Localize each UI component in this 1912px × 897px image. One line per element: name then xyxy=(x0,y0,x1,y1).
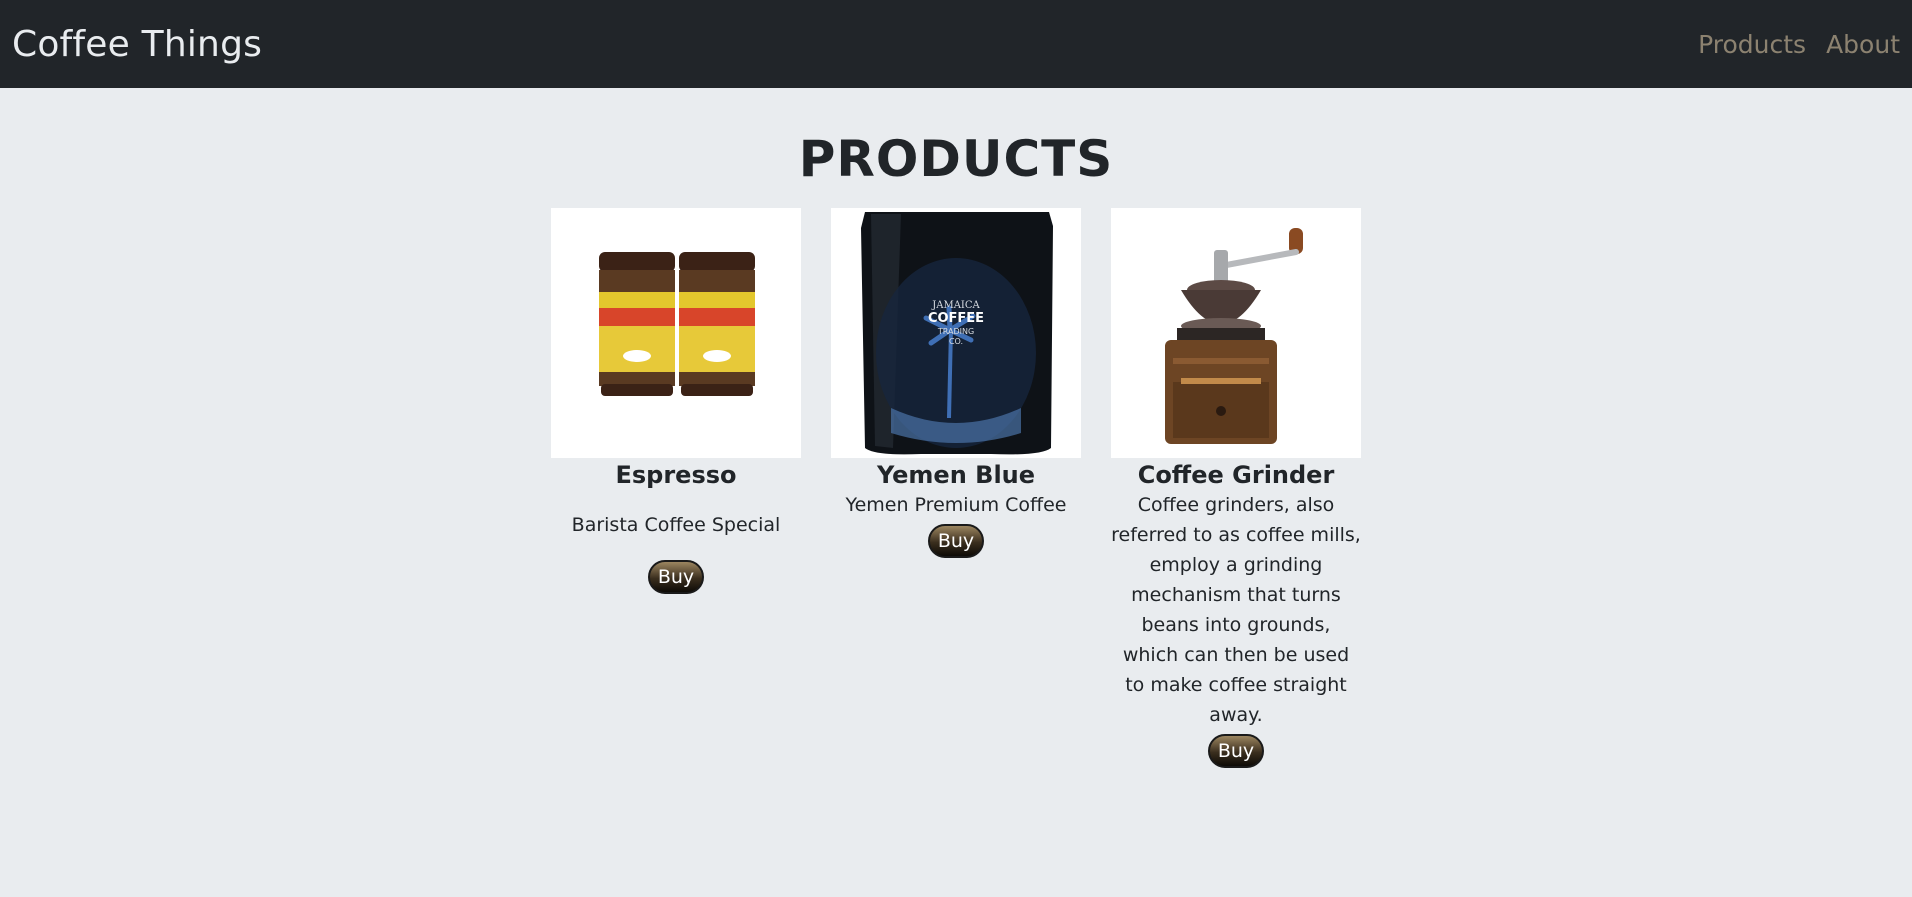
product-description: Yemen Premium Coffee xyxy=(845,494,1067,516)
product-card-yemen-blue: JAMAICA COFFEE TRADING CO. Yemen Blue Ye… xyxy=(831,208,1081,768)
nav-links: Products About xyxy=(1698,30,1900,59)
nav-link-about[interactable]: About xyxy=(1826,30,1900,59)
bag-label-line: JAMAICA xyxy=(931,300,980,311)
brand-logo-text[interactable]: Coffee Things xyxy=(12,24,262,65)
bag-label-line: TRADING xyxy=(937,327,974,336)
product-description: Barista Coffee Special xyxy=(571,514,781,536)
instant-coffee-jars-image xyxy=(599,252,755,396)
bag-label-line: COFFEE xyxy=(928,311,984,326)
product-description: Coffee grinders, also referred to as cof… xyxy=(1111,494,1361,726)
product-name: Espresso xyxy=(615,461,737,489)
buy-button-espresso[interactable]: Buy xyxy=(647,560,705,594)
bag-label-line: CO. xyxy=(949,337,963,346)
product-image-coffee-grinder xyxy=(1111,208,1361,458)
coffee-bag-image: JAMAICA COFFEE TRADING CO. xyxy=(861,212,1053,455)
nav-link-products[interactable]: Products xyxy=(1698,30,1806,59)
coffee-grinder-image xyxy=(1165,228,1303,444)
product-card-espresso: Espresso Barista Coffee Special Buy xyxy=(551,208,801,768)
product-name: Coffee Grinder xyxy=(1137,461,1335,489)
product-card-coffee-grinder: Coffee Grinder Coffee grinders, also ref… xyxy=(1111,208,1361,768)
product-image-espresso xyxy=(551,208,801,458)
product-name: Yemen Blue xyxy=(876,461,1036,489)
page-title: PRODUCTS xyxy=(798,130,1114,188)
buy-button-yemen-blue[interactable]: Buy xyxy=(927,524,985,558)
product-grid: Espresso Barista Coffee Special Buy JAMA… xyxy=(0,208,1912,768)
top-navbar: Coffee Things Products About xyxy=(0,0,1912,88)
product-image-yemen-blue: JAMAICA COFFEE TRADING CO. xyxy=(831,208,1081,458)
buy-button-coffee-grinder[interactable]: Buy xyxy=(1207,734,1265,768)
